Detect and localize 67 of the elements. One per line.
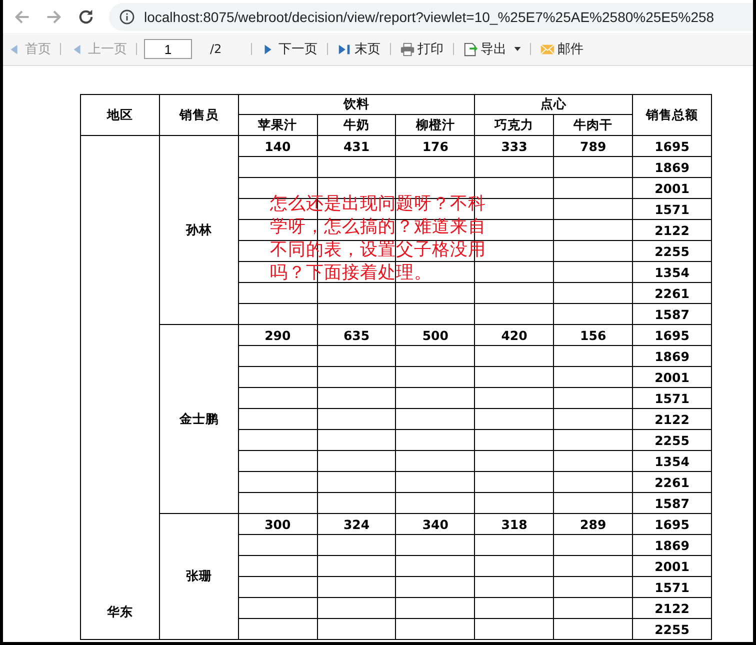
- table-cell: 1354: [632, 450, 712, 472]
- table-cell: 张珊: [186, 568, 212, 583]
- table-cell: 2122: [632, 220, 712, 240]
- table-cell: 华东: [106, 604, 133, 619]
- table-cell: 2122: [632, 598, 712, 618]
- page-total: /2: [210, 42, 222, 56]
- table-cell: 1695: [632, 324, 712, 346]
- page-number-field[interactable]: 1: [144, 39, 192, 59]
- table-cell: 789: [554, 136, 633, 156]
- info-icon[interactable]: [119, 8, 135, 24]
- header-cell: 柳橙汁: [396, 114, 475, 136]
- table-cell: 1587: [632, 304, 712, 324]
- table-cell: 1695: [632, 136, 712, 156]
- toolbar-button[interactable]: 下一页: [258, 40, 320, 58]
- table-cell: 431: [317, 136, 396, 156]
- table-cell: 2001: [632, 178, 712, 198]
- table-cell: 1571: [632, 388, 712, 408]
- table-cell: 156: [554, 324, 633, 346]
- header-cell: 巧克力: [474, 114, 554, 136]
- table-cell: 1571: [632, 576, 712, 598]
- table-cell: 500: [396, 324, 475, 346]
- table-cell: 324: [317, 514, 396, 534]
- header-cell: 销售总额: [632, 94, 712, 136]
- header-cell: 销售员: [159, 94, 238, 136]
- table-cell: 340: [396, 514, 475, 534]
- export-dropdown-button[interactable]: 导出: [460, 40, 523, 58]
- table-cell: 1869: [632, 156, 712, 178]
- table-cell: 孙林: [186, 222, 212, 236]
- table-cell: 300: [238, 514, 318, 534]
- table-cell: 1571: [632, 198, 712, 220]
- table-cell: 2001: [632, 556, 712, 576]
- table-cell: 2122: [632, 408, 712, 430]
- table-cell: 2255: [632, 430, 712, 450]
- reload-icon[interactable]: [77, 8, 95, 26]
- table-cell: 2261: [632, 282, 712, 304]
- address-bar[interactable]: localhost:8075/webroot/decision/view/report?viewlet=10_%25E7%25AE%2580%25E5%258: [109, 2, 753, 30]
- toolbar-button[interactable]: 邮件: [538, 40, 586, 58]
- table-cell: 333: [474, 136, 554, 156]
- url-text: localhost:8075/webroot/decision/view/report?viewlet=10_%25E7%25AE%2580%25E5%258: [144, 8, 714, 24]
- header-cell: 饮料: [238, 94, 475, 114]
- table-cell: 140: [238, 136, 318, 156]
- document-arrow-icon: [462, 42, 478, 56]
- table-cell: 2255: [632, 618, 712, 640]
- table-cell: 420: [474, 324, 554, 346]
- header-cell: 地区: [80, 94, 160, 136]
- header-cell: 牛奶: [317, 114, 396, 136]
- table-cell: 1354: [632, 262, 712, 282]
- header-cell: 苹果汁: [238, 114, 318, 136]
- table-cell: 2255: [632, 240, 712, 262]
- toolbar-button[interactable]: 打印: [398, 40, 446, 58]
- table-cell: 289: [554, 514, 633, 534]
- table-cell: 176: [396, 136, 475, 156]
- table-cell: 1869: [632, 534, 712, 556]
- table-cell: 2261: [632, 472, 712, 492]
- table-cell: 1695: [632, 514, 712, 534]
- toolbar-button[interactable]: 末页: [334, 40, 383, 58]
- table-cell: 1587: [632, 492, 712, 514]
- printer-icon: [400, 42, 415, 56]
- table-cell: 金士鹏: [179, 410, 218, 426]
- table-cell: 635: [317, 324, 396, 346]
- header-cell: 点心: [474, 94, 633, 114]
- caret-icon: [514, 47, 521, 51]
- envelope-icon: [540, 42, 555, 56]
- table-cell: 2001: [632, 366, 712, 388]
- table-cell: 290: [238, 324, 318, 346]
- table-cell: 318: [474, 514, 554, 534]
- table-cell: 1869: [632, 346, 712, 366]
